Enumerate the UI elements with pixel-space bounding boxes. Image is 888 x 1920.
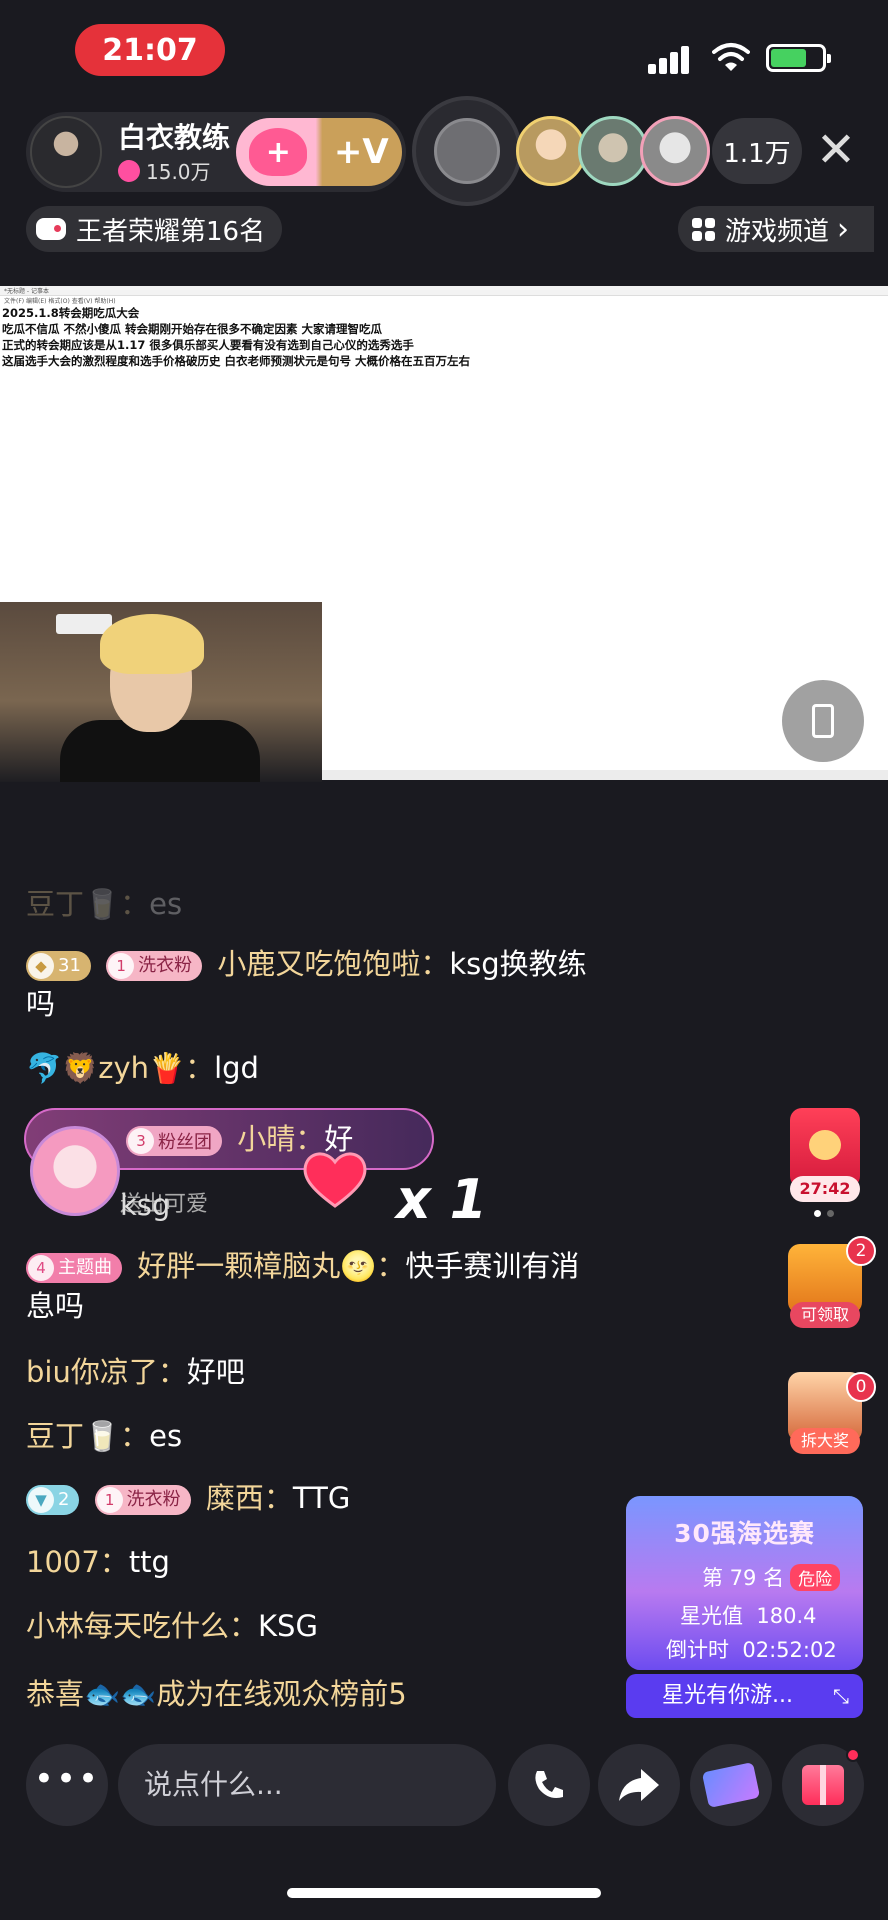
- battery-icon: [766, 44, 831, 72]
- collapse-icon[interactable]: ⤡: [833, 1674, 849, 1718]
- notepad-titlebar: *无标题 - 记事本: [0, 286, 888, 296]
- chest-count-badge: 2: [846, 1236, 876, 1266]
- game-channel-button[interactable]: 游戏频道 ›: [678, 206, 874, 252]
- chat-message[interactable]: biu你凉了：好吧: [26, 1352, 596, 1392]
- fan-club-badge: 1 洗衣粉: [106, 951, 203, 981]
- top-viewer-avatar[interactable]: [516, 116, 586, 186]
- more-options-button[interactable]: •••: [26, 1744, 108, 1826]
- chat-behind-text: ksg: [120, 1188, 171, 1222]
- fan-club-badge: 3 粉丝团: [126, 1126, 222, 1156]
- cellular-signal-icon: [648, 44, 694, 74]
- theme-song-badge: 4 主题曲: [26, 1253, 122, 1283]
- gamepad-icon: [36, 218, 66, 240]
- heart-gift-icon: [303, 1152, 367, 1208]
- heart-plus-icon: +: [249, 128, 308, 176]
- chat-message[interactable]: 🐬🦁zyh🍟：lgd: [26, 1048, 596, 1088]
- contest-link-button[interactable]: 星光有你游... ⤡: [626, 1674, 863, 1718]
- top-viewer-avatar[interactable]: [640, 116, 710, 186]
- chevron-right-icon: ›: [837, 211, 850, 247]
- doc-line: 吃瓜不信瓜 不然小傻瓜 转会期刚开始存在很多不确定因素 大家请理智吃瓜: [2, 322, 383, 336]
- game-rank-label: 王者荣耀第16名: [76, 216, 266, 247]
- prize-count-badge: 0: [846, 1372, 876, 1402]
- user-level-badge: ◆ 31: [26, 951, 91, 981]
- chat-message[interactable]: 1007：ttg: [26, 1542, 596, 1582]
- ticket-icon: [701, 1761, 761, 1809]
- chat-message[interactable]: ▼ 2 1 洗衣粉 糜西：TTG: [26, 1478, 596, 1518]
- game-rank-pill[interactable]: 王者荣耀第16名: [26, 206, 282, 252]
- viewer-count-button[interactable]: 1.1万: [712, 118, 802, 184]
- gift-count: x 1: [396, 1168, 488, 1231]
- contest-star-value: 星光值 180.4: [680, 1604, 817, 1628]
- doc-line: 2025.1.8转会期吃瓜大会: [2, 306, 140, 320]
- contest-countdown: 倒计时 02:52:02: [666, 1638, 837, 1662]
- red-packet-timer: 27:42: [790, 1176, 860, 1202]
- close-icon[interactable]: ✕: [812, 120, 860, 180]
- notification-dot: [846, 1748, 860, 1762]
- doc-line: 正式的转会期应该是从1.17 很多俱乐部买人要看有没有选到自己心仪的选秀选手: [2, 338, 414, 352]
- phone-rotate-icon: [812, 704, 834, 738]
- top-viewer-avatar[interactable]: [578, 116, 648, 186]
- system-notice: 恭喜🐟🐟成为在线观众榜前5: [26, 1677, 407, 1711]
- host-avatar[interactable]: [30, 116, 102, 188]
- rotate-screen-button[interactable]: [782, 680, 864, 762]
- chat-message[interactable]: 豆丁🥛：es: [26, 1416, 596, 1456]
- share-arrow-icon: [619, 1769, 659, 1801]
- user-level-badge: ▼ 2: [26, 1485, 80, 1515]
- voice-call-button[interactable]: [508, 1744, 590, 1826]
- host-heat-count: 15.0万: [146, 160, 211, 184]
- doc-line: 这届选手大会的激烈程度和选手价格破历史 白衣老师预测状元是句号 大概价格在五百万…: [2, 354, 471, 368]
- gift-button[interactable]: [782, 1744, 864, 1826]
- heart-icon: [809, 1130, 841, 1160]
- wifi-icon: [712, 43, 750, 71]
- comment-input[interactable]: 说点什么...: [118, 1744, 496, 1826]
- carousel-dots: [814, 1210, 838, 1218]
- join-v-label: +V: [333, 132, 389, 172]
- danger-badge: 危险: [790, 1564, 841, 1591]
- record-button[interactable]: [412, 96, 522, 206]
- starlight-ticket-button[interactable]: [690, 1744, 772, 1826]
- game-channel-label: 游戏频道: [725, 216, 830, 247]
- heart-icon: [118, 160, 140, 182]
- status-time: 21:07: [75, 24, 225, 76]
- contest-title: 30强海选赛: [674, 1519, 815, 1548]
- notepad-menubar: 文件(F) 编辑(E) 格式(O) 查看(V) 帮助(H): [4, 298, 116, 305]
- gift-sender-avatar[interactable]: [30, 1126, 120, 1216]
- prize-label: 拆大奖: [790, 1428, 860, 1454]
- chat-message[interactable]: 小林每天吃什么：KSG: [26, 1606, 596, 1646]
- chat-message[interactable]: 豆丁🥛：es: [26, 884, 596, 924]
- chat-message[interactable]: 4 主题曲 好胖一颗樟脑丸🌝：快手赛训有消息吗: [26, 1246, 596, 1326]
- home-indicator[interactable]: [287, 1888, 601, 1898]
- fan-club-badge: 1 洗衣粉: [94, 1485, 191, 1515]
- phone-icon: [535, 1771, 563, 1798]
- follow-button[interactable]: + +V: [236, 118, 402, 186]
- chat-message[interactable]: ◆ 31 1 洗衣粉 小鹿又吃饱饱啦：ksg换教练吗: [26, 944, 596, 1024]
- host-name: 白衣教练: [118, 121, 231, 154]
- streamer-webcam: [0, 602, 322, 782]
- gift-box-icon: [802, 1765, 844, 1805]
- chest-label: 可领取: [790, 1302, 860, 1328]
- grid-icon: [692, 217, 715, 241]
- contest-rank: 第 79 名危险: [702, 1562, 841, 1592]
- share-button[interactable]: [598, 1744, 680, 1826]
